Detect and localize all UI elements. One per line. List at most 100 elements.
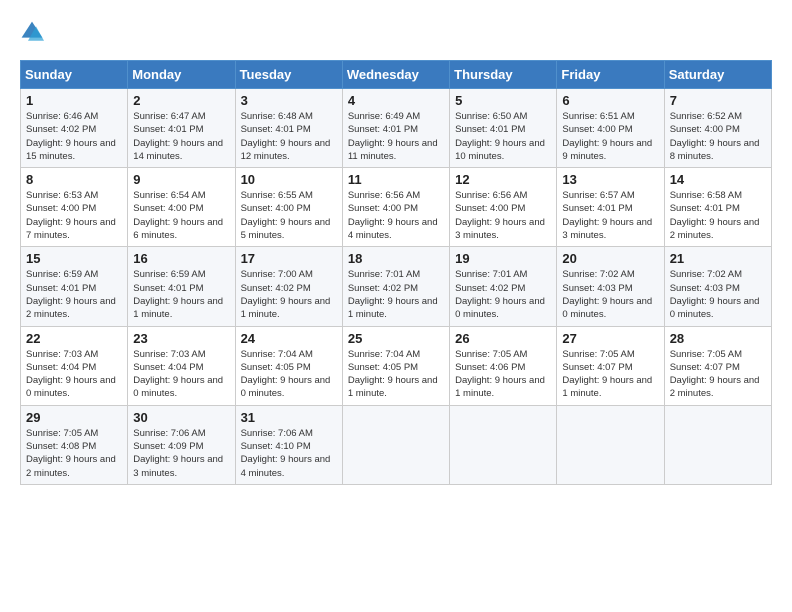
day-info: Sunrise: 6:49 AMSunset: 4:01 PMDaylight:…: [348, 110, 444, 163]
day-number: 9: [133, 172, 229, 187]
calendar-cell: 31Sunrise: 7:06 AMSunset: 4:10 PMDayligh…: [235, 405, 342, 484]
day-info: Sunrise: 7:03 AMSunset: 4:04 PMDaylight:…: [133, 348, 229, 401]
day-number: 6: [562, 93, 658, 108]
day-info: Sunrise: 6:59 AMSunset: 4:01 PMDaylight:…: [133, 268, 229, 321]
day-info: Sunrise: 6:54 AMSunset: 4:00 PMDaylight:…: [133, 189, 229, 242]
calendar-cell: 30 Sunrise: 7:06 AMSunset: 4:09 PMDayligh…: [128, 405, 235, 484]
logo-icon: [20, 20, 44, 44]
calendar-cell: [664, 405, 771, 484]
day-number: 16: [133, 251, 229, 266]
day-number: 15: [26, 251, 122, 266]
calendar-cell: 17 Sunrise: 7:00 AMSunset: 4:02 PMDayligh…: [235, 247, 342, 326]
calendar-cell: 12 Sunrise: 6:56 AMSunset: 4:00 PMDayligh…: [450, 168, 557, 247]
day-number: 11: [348, 172, 444, 187]
day-number: 22: [26, 331, 122, 346]
day-info: Sunrise: 7:05 AMSunset: 4:08 PMDaylight:…: [26, 427, 122, 480]
day-info: Sunrise: 6:53 AMSunset: 4:00 PMDaylight:…: [26, 189, 122, 242]
calendar-table: SundayMondayTuesdayWednesdayThursdayFrid…: [20, 60, 772, 485]
day-info: Sunrise: 6:48 AMSunset: 4:01 PMDaylight:…: [241, 110, 337, 163]
day-number: 12: [455, 172, 551, 187]
calendar-week-row: 29 Sunrise: 7:05 AMSunset: 4:08 PMDayligh…: [21, 405, 772, 484]
day-number: 30: [133, 410, 229, 425]
day-info: Sunrise: 7:05 AMSunset: 4:06 PMDaylight:…: [455, 348, 551, 401]
day-number: 7: [670, 93, 766, 108]
calendar-cell: 8Sunrise: 6:53 AMSunset: 4:00 PMDaylight…: [21, 168, 128, 247]
day-info: Sunrise: 7:06 AMSunset: 4:09 PMDaylight:…: [133, 427, 229, 480]
day-number: 28: [670, 331, 766, 346]
day-number: 5: [455, 93, 551, 108]
day-info: Sunrise: 6:57 AMSunset: 4:01 PMDaylight:…: [562, 189, 658, 242]
day-number: 24: [241, 331, 337, 346]
calendar-cell: 4 Sunrise: 6:49 AMSunset: 4:01 PMDaylight…: [342, 89, 449, 168]
day-number: 17: [241, 251, 337, 266]
calendar-cell: 7 Sunrise: 6:52 AMSunset: 4:00 PMDaylight…: [664, 89, 771, 168]
calendar-cell: 10 Sunrise: 6:55 AMSunset: 4:00 PMDayligh…: [235, 168, 342, 247]
calendar-cell: 26 Sunrise: 7:05 AMSunset: 4:06 PMDayligh…: [450, 326, 557, 405]
day-info: Sunrise: 6:50 AMSunset: 4:01 PMDaylight:…: [455, 110, 551, 163]
calendar-cell: 15 Sunrise: 6:59 AMSunset: 4:01 PMDayligh…: [21, 247, 128, 326]
calendar-cell: [450, 405, 557, 484]
calendar-week-row: 22 Sunrise: 7:03 AMSunset: 4:04 PMDayligh…: [21, 326, 772, 405]
calendar-cell: 5 Sunrise: 6:50 AMSunset: 4:01 PMDaylight…: [450, 89, 557, 168]
day-info: Sunrise: 7:04 AMSunset: 4:05 PMDaylight:…: [348, 348, 444, 401]
calendar-cell: 14 Sunrise: 6:58 AMSunset: 4:01 PMDayligh…: [664, 168, 771, 247]
calendar-week-row: 15 Sunrise: 6:59 AMSunset: 4:01 PMDayligh…: [21, 247, 772, 326]
calendar-cell: 25 Sunrise: 7:04 AMSunset: 4:05 PMDayligh…: [342, 326, 449, 405]
day-number: 4: [348, 93, 444, 108]
calendar-cell: 3 Sunrise: 6:48 AMSunset: 4:01 PMDaylight…: [235, 89, 342, 168]
day-number: 14: [670, 172, 766, 187]
day-info: Sunrise: 6:51 AMSunset: 4:00 PMDaylight:…: [562, 110, 658, 163]
day-info: Sunrise: 7:05 AMSunset: 4:07 PMDaylight:…: [670, 348, 766, 401]
calendar-cell: 21 Sunrise: 7:02 AMSunset: 4:03 PMDayligh…: [664, 247, 771, 326]
calendar-week-row: 8Sunrise: 6:53 AMSunset: 4:00 PMDaylight…: [21, 168, 772, 247]
day-number: 19: [455, 251, 551, 266]
day-info: Sunrise: 7:04 AMSunset: 4:05 PMDaylight:…: [241, 348, 337, 401]
day-info: Sunrise: 6:56 AMSunset: 4:00 PMDaylight:…: [455, 189, 551, 242]
calendar-cell: 2Sunrise: 6:47 AMSunset: 4:01 PMDaylight…: [128, 89, 235, 168]
calendar-cell: 20Sunrise: 7:02 AMSunset: 4:03 PMDayligh…: [557, 247, 664, 326]
day-info: Sunrise: 6:56 AMSunset: 4:00 PMDaylight:…: [348, 189, 444, 242]
day-info: Sunrise: 6:55 AMSunset: 4:00 PMDaylight:…: [241, 189, 337, 242]
calendar-cell: 28 Sunrise: 7:05 AMSunset: 4:07 PMDayligh…: [664, 326, 771, 405]
calendar-cell: 16 Sunrise: 6:59 AMSunset: 4:01 PMDayligh…: [128, 247, 235, 326]
day-info: Sunrise: 7:03 AMSunset: 4:04 PMDaylight:…: [26, 348, 122, 401]
day-number: 13: [562, 172, 658, 187]
calendar-week-row: 1 Sunrise: 6:46 AMSunset: 4:02 PMDaylight…: [21, 89, 772, 168]
weekday-header: Sunday: [21, 61, 128, 89]
calendar-cell: 18Sunrise: 7:01 AMSunset: 4:02 PMDayligh…: [342, 247, 449, 326]
day-number: 25: [348, 331, 444, 346]
day-info: Sunrise: 6:59 AMSunset: 4:01 PMDaylight:…: [26, 268, 122, 321]
calendar-cell: [557, 405, 664, 484]
day-number: 26: [455, 331, 551, 346]
day-number: 10: [241, 172, 337, 187]
day-info: Sunrise: 6:46 AMSunset: 4:02 PMDaylight:…: [26, 110, 122, 163]
day-info: Sunrise: 6:58 AMSunset: 4:01 PMDaylight:…: [670, 189, 766, 242]
calendar-cell: 6 Sunrise: 6:51 AMSunset: 4:00 PMDaylight…: [557, 89, 664, 168]
weekday-header: Wednesday: [342, 61, 449, 89]
weekday-header: Tuesday: [235, 61, 342, 89]
day-number: 23: [133, 331, 229, 346]
day-info: Sunrise: 7:01 AMSunset: 4:02 PMDaylight:…: [348, 268, 444, 321]
weekday-header: Saturday: [664, 61, 771, 89]
day-number: 3: [241, 93, 337, 108]
calendar-cell: 9 Sunrise: 6:54 AMSunset: 4:00 PMDaylight…: [128, 168, 235, 247]
day-number: 21: [670, 251, 766, 266]
weekday-header: Monday: [128, 61, 235, 89]
day-number: 27: [562, 331, 658, 346]
calendar-cell: 19Sunrise: 7:01 AMSunset: 4:02 PMDayligh…: [450, 247, 557, 326]
day-info: Sunrise: 7:00 AMSunset: 4:02 PMDaylight:…: [241, 268, 337, 321]
day-number: 29: [26, 410, 122, 425]
day-info: Sunrise: 7:02 AMSunset: 4:03 PMDaylight:…: [670, 268, 766, 321]
calendar-cell: 13 Sunrise: 6:57 AMSunset: 4:01 PMDayligh…: [557, 168, 664, 247]
calendar-cell: 27Sunrise: 7:05 AMSunset: 4:07 PMDayligh…: [557, 326, 664, 405]
day-info: Sunrise: 6:52 AMSunset: 4:00 PMDaylight:…: [670, 110, 766, 163]
day-number: 1: [26, 93, 122, 108]
day-info: Sunrise: 6:47 AMSunset: 4:01 PMDaylight:…: [133, 110, 229, 163]
calendar-cell: 23 Sunrise: 7:03 AMSunset: 4:04 PMDayligh…: [128, 326, 235, 405]
calendar-cell: 22 Sunrise: 7:03 AMSunset: 4:04 PMDayligh…: [21, 326, 128, 405]
logo: [20, 20, 48, 44]
calendar-header-row: SundayMondayTuesdayWednesdayThursdayFrid…: [21, 61, 772, 89]
day-number: 31: [241, 410, 337, 425]
day-number: 20: [562, 251, 658, 266]
calendar-cell: 29 Sunrise: 7:05 AMSunset: 4:08 PMDayligh…: [21, 405, 128, 484]
